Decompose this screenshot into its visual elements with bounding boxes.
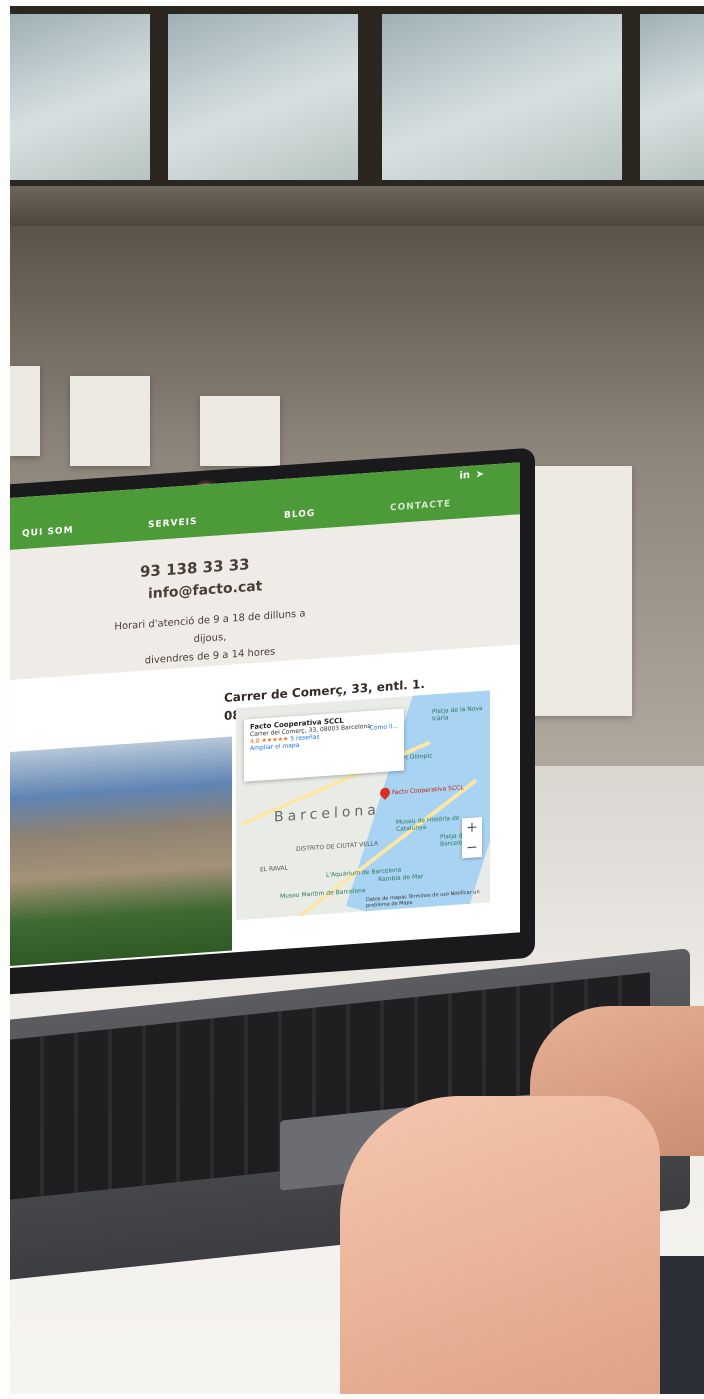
barcelona-photo [10, 736, 232, 966]
zoom-in-button[interactable]: + [462, 817, 482, 838]
wall-block [70, 376, 150, 466]
map-zoom-controls: + − [462, 816, 482, 859]
window-sill [10, 186, 704, 226]
office-hours: Horari d'atenció de 9 a 18 de dilluns a … [100, 604, 320, 673]
nav-item-qui-som[interactable]: QUI SOM [22, 526, 74, 540]
google-map[interactable]: Barcelona Facto Cooperativa SCCL Museu d… [236, 690, 490, 921]
laptop-screen: in ➤ QUI SOM SERVEIS BLOG CONTACTE 93 13… [10, 462, 520, 968]
photo-frame: in ➤ QUI SOM SERVEIS BLOG CONTACTE 93 13… [10, 6, 704, 1394]
linkedin-icon[interactable]: in [459, 470, 470, 482]
wall-block [200, 396, 280, 466]
twitter-icon[interactable]: ➤ [476, 469, 484, 481]
window-pane [168, 14, 358, 180]
window-pane [382, 14, 622, 180]
map-place: EL RAVAL [260, 864, 288, 874]
map-info-card: Facto Cooperativa SCCL Carrer del Comerç… [244, 708, 404, 782]
zoom-out-button[interactable]: − [462, 837, 482, 858]
window-pane [640, 14, 704, 180]
nav-item-contacte[interactable]: CONTACTE [390, 499, 451, 513]
map-city-label: Barcelona [274, 802, 380, 826]
contact-phone[interactable]: 93 138 33 33 [140, 555, 250, 581]
window-pane [10, 14, 150, 180]
nav-item-serveis[interactable]: SERVEIS [148, 517, 198, 530]
nav-item-blog[interactable]: BLOG [284, 509, 315, 521]
sleeve [660, 1256, 704, 1394]
window-background [10, 6, 704, 216]
hand-left [340, 1096, 660, 1394]
wall-block [10, 366, 40, 456]
contact-email[interactable]: info@facto.cat [148, 578, 262, 602]
